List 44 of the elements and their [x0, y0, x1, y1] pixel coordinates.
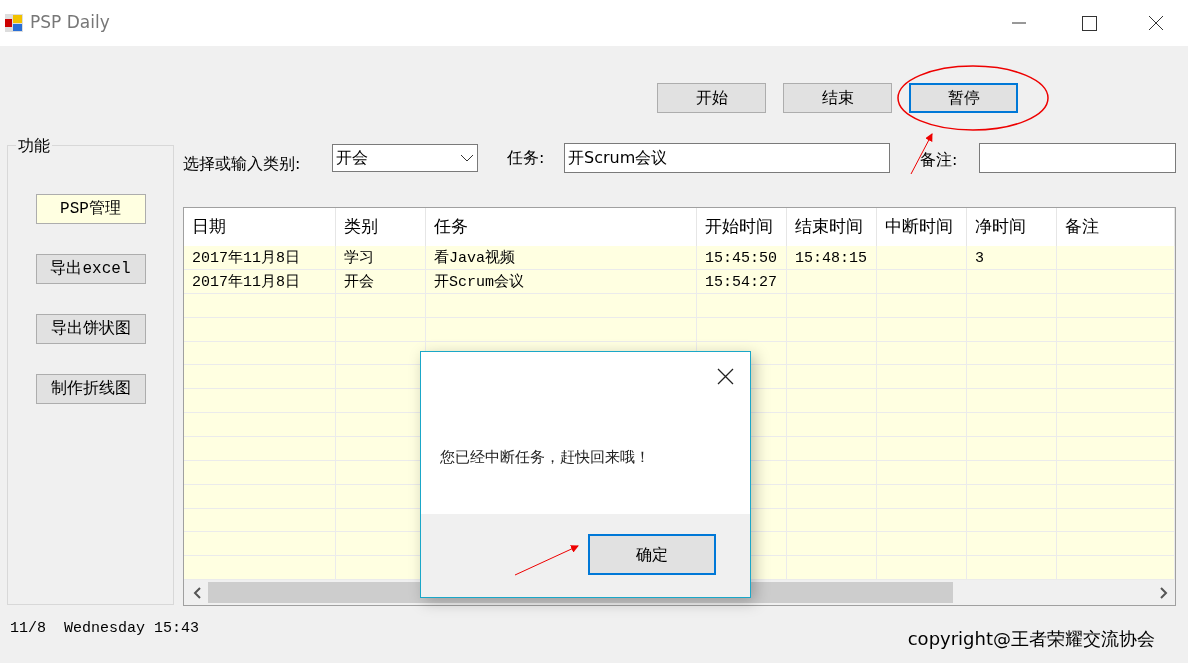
- app-icon: [4, 13, 24, 34]
- table-cell: 看Java视频: [426, 245, 697, 269]
- column-header[interactable]: 中断时间: [877, 208, 967, 246]
- close-icon[interactable]: [717, 368, 734, 385]
- table-cell: 开Scrum会议: [426, 269, 697, 293]
- sidebar-button[interactable]: PSP管理: [35, 194, 146, 224]
- table-cell: 学习: [336, 245, 426, 269]
- table-cell: 2017年11月8日: [184, 245, 336, 269]
- table-cell: 15:45:50: [697, 245, 787, 269]
- column-header[interactable]: 备注: [1057, 208, 1175, 246]
- toolbar-button[interactable]: 结束: [783, 83, 892, 113]
- field-label: 备注:: [920, 149, 959, 171]
- table-cell: 15:48:15: [787, 245, 877, 269]
- field-label: 选择或输入类别:: [183, 153, 302, 175]
- window-title: PSP Daily: [30, 11, 110, 35]
- toolbar-button[interactable]: 暂停: [909, 83, 1018, 113]
- maximize-icon[interactable]: [1080, 14, 1098, 32]
- table-cell: 开会: [336, 269, 426, 293]
- sidebar-button[interactable]: 导出饼状图: [35, 314, 146, 344]
- copyright-text: copyright@王者荣耀交流协会: [907, 627, 1155, 651]
- column-header[interactable]: 日期: [184, 208, 336, 246]
- task-input[interactable]: 开Scrum会议: [564, 143, 890, 173]
- field-label: 任务:: [507, 147, 546, 169]
- annotation-arrow: [514, 545, 579, 576]
- chevron-down-icon: [460, 154, 474, 162]
- close-icon[interactable]: [1147, 14, 1165, 32]
- column-header[interactable]: 任务: [426, 208, 697, 246]
- column-header[interactable]: 类别: [336, 208, 426, 246]
- table-cell: 15:54:27: [697, 269, 787, 293]
- table-cell: 3: [967, 245, 1057, 269]
- sidebar-button[interactable]: 制作折线图: [35, 374, 146, 404]
- category-combobox[interactable]: 开会: [332, 144, 478, 172]
- scroll-left-icon[interactable]: [192, 586, 204, 599]
- status-datetime: 11/8 Wednesday 15:43: [10, 619, 200, 639]
- column-header[interactable]: 开始时间: [697, 208, 787, 246]
- note-input[interactable]: [979, 143, 1176, 173]
- column-header[interactable]: 净时间: [967, 208, 1057, 246]
- column-header[interactable]: 结束时间: [787, 208, 877, 246]
- sidebar-button[interactable]: 导出excel: [35, 254, 146, 284]
- dialog-message: 您已经中断任务，赶快回来哦！: [440, 447, 650, 468]
- ok-button[interactable]: 确定: [588, 534, 716, 575]
- table-cell: 2017年11月8日: [184, 269, 336, 293]
- scroll-right-icon[interactable]: [1157, 586, 1169, 599]
- toolbar-button[interactable]: 开始: [657, 83, 766, 113]
